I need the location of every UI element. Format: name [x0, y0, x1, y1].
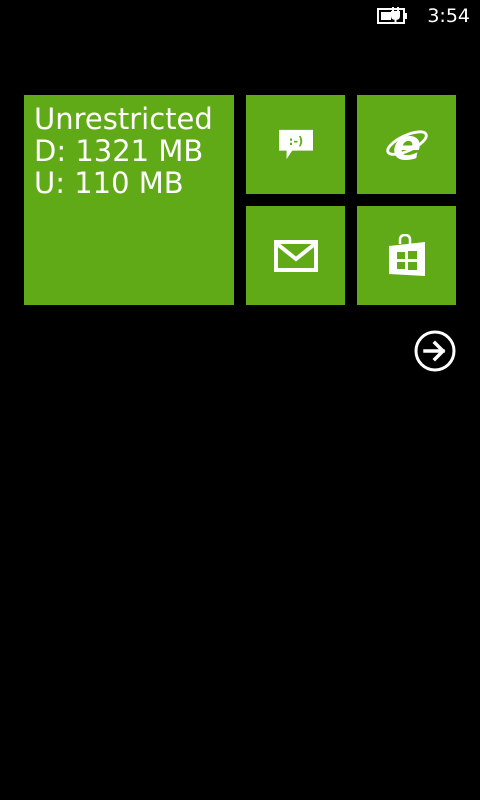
tile-internet-explorer[interactable]: e: [357, 95, 456, 194]
app-list-arrow-button[interactable]: [414, 330, 456, 372]
start-screen: 3:54 Unrestricted D: 1321 MB U: 110 MB :…: [0, 0, 480, 800]
tile-messaging[interactable]: :-): [246, 95, 345, 194]
internet-explorer-icon: e: [385, 124, 428, 166]
upload-usage: U: 110 MB: [34, 166, 184, 200]
svg-text::-): :-): [288, 134, 302, 148]
mail-icon: [273, 239, 318, 272]
tile-mail[interactable]: [246, 206, 345, 305]
status-bar: 3:54: [0, 0, 480, 32]
battery-charging-icon: [377, 7, 407, 24]
messaging-icon: :-): [278, 129, 313, 159]
download-usage: D: 1321 MB: [34, 134, 204, 168]
data-plan-label: Unrestricted: [34, 102, 213, 136]
status-clock: 3:54: [427, 5, 470, 27]
tile-data-usage[interactable]: Unrestricted D: 1321 MB U: 110 MB: [24, 95, 234, 305]
store-icon: [388, 233, 425, 276]
tile-store[interactable]: [357, 206, 456, 305]
